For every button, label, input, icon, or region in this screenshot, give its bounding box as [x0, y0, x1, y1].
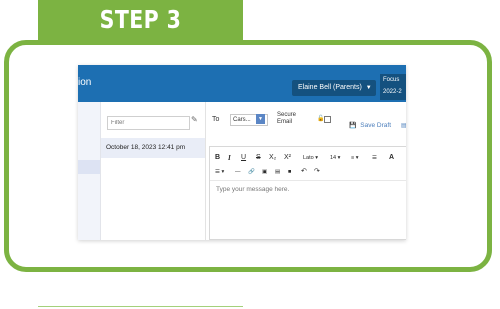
step-banner: STEP 3	[38, 0, 243, 40]
app-title-fragment: ion	[78, 77, 92, 88]
save-draft-label: Save Draft	[360, 122, 392, 129]
list-button[interactable]: ☰	[372, 153, 377, 163]
strikethrough-button[interactable]: S	[256, 153, 261, 163]
font-size-select[interactable]: 14 ▾	[330, 153, 340, 163]
message-editor[interactable]: B I U S X₂ X² Lato ▾ 14 ▾ ≡ ▾ ☰ A ☰ ▾ — …	[209, 146, 406, 240]
underline-button[interactable]: U	[241, 153, 246, 163]
font-family-select[interactable]: Lato ▾	[303, 153, 318, 163]
message-placeholder: Type your message here.	[216, 186, 290, 193]
left-sidebar	[78, 102, 101, 240]
app-screenshot: ion Elaine Bell (Parents) ▼ Focus 2022-2…	[78, 65, 406, 240]
step-title: STEP 3	[99, 5, 182, 34]
subscript-button[interactable]: X₂	[269, 153, 276, 163]
focus-menu[interactable]: Focus 2022-2	[380, 74, 406, 100]
secure-label-line-1: Secure	[277, 112, 297, 118]
bottom-divider	[38, 306, 243, 307]
superscript-button[interactable]: X²	[284, 153, 291, 163]
filter-input[interactable]	[107, 116, 190, 130]
compose-panel: To Cars... ▼ Secure Email 🔓 💾 Save Draft…	[206, 102, 406, 240]
image-button[interactable]: ▣	[262, 167, 267, 177]
align-select[interactable]: ≡ ▾	[351, 153, 359, 163]
user-menu-label: Elaine Bell (Parents)	[298, 84, 362, 91]
compose-icon[interactable]: ✎	[191, 115, 198, 124]
italic-button[interactable]: I	[228, 153, 231, 163]
horizontal-rule-button[interactable]: —	[235, 167, 241, 177]
focus-line-2: 2022-2	[383, 89, 402, 95]
table-button[interactable]: ▤	[275, 167, 280, 177]
undo-button[interactable]: ↶	[301, 167, 307, 177]
text-color-button[interactable]: A	[389, 153, 394, 163]
save-draft-button[interactable]: 💾 Save Draft	[349, 122, 391, 129]
to-label: To	[212, 116, 220, 123]
attachment-icon[interactable]: ▤	[401, 122, 406, 129]
secure-email-checkbox[interactable]	[324, 116, 331, 123]
bold-button[interactable]: B	[215, 153, 220, 163]
sidebar-highlight	[78, 160, 100, 174]
secure-label-line-2: Email	[277, 119, 293, 125]
save-icon: 💾	[349, 123, 357, 129]
top-nav-bar: ion Elaine Bell (Parents) ▼ Focus 2022-2	[78, 65, 406, 102]
focus-line-1: Focus	[383, 77, 400, 83]
toolbar-divider	[210, 180, 406, 181]
secure-email-label: Secure Email	[277, 112, 296, 126]
message-list-panel: ✎ October 18, 2023 12:41 pm	[101, 102, 206, 240]
dropdown-arrow-icon[interactable]: ▼	[256, 114, 265, 124]
message-list-item[interactable]: October 18, 2023 12:41 pm	[101, 138, 205, 158]
caret-down-icon: ▼	[365, 85, 372, 91]
user-menu-button[interactable]: Elaine Bell (Parents) ▼	[292, 80, 376, 96]
link-button[interactable]: 🔗	[248, 167, 255, 177]
video-button[interactable]: ■	[288, 167, 291, 177]
numbered-list-select[interactable]: ☰ ▾	[215, 167, 224, 177]
redo-button[interactable]: ↷	[314, 167, 320, 177]
